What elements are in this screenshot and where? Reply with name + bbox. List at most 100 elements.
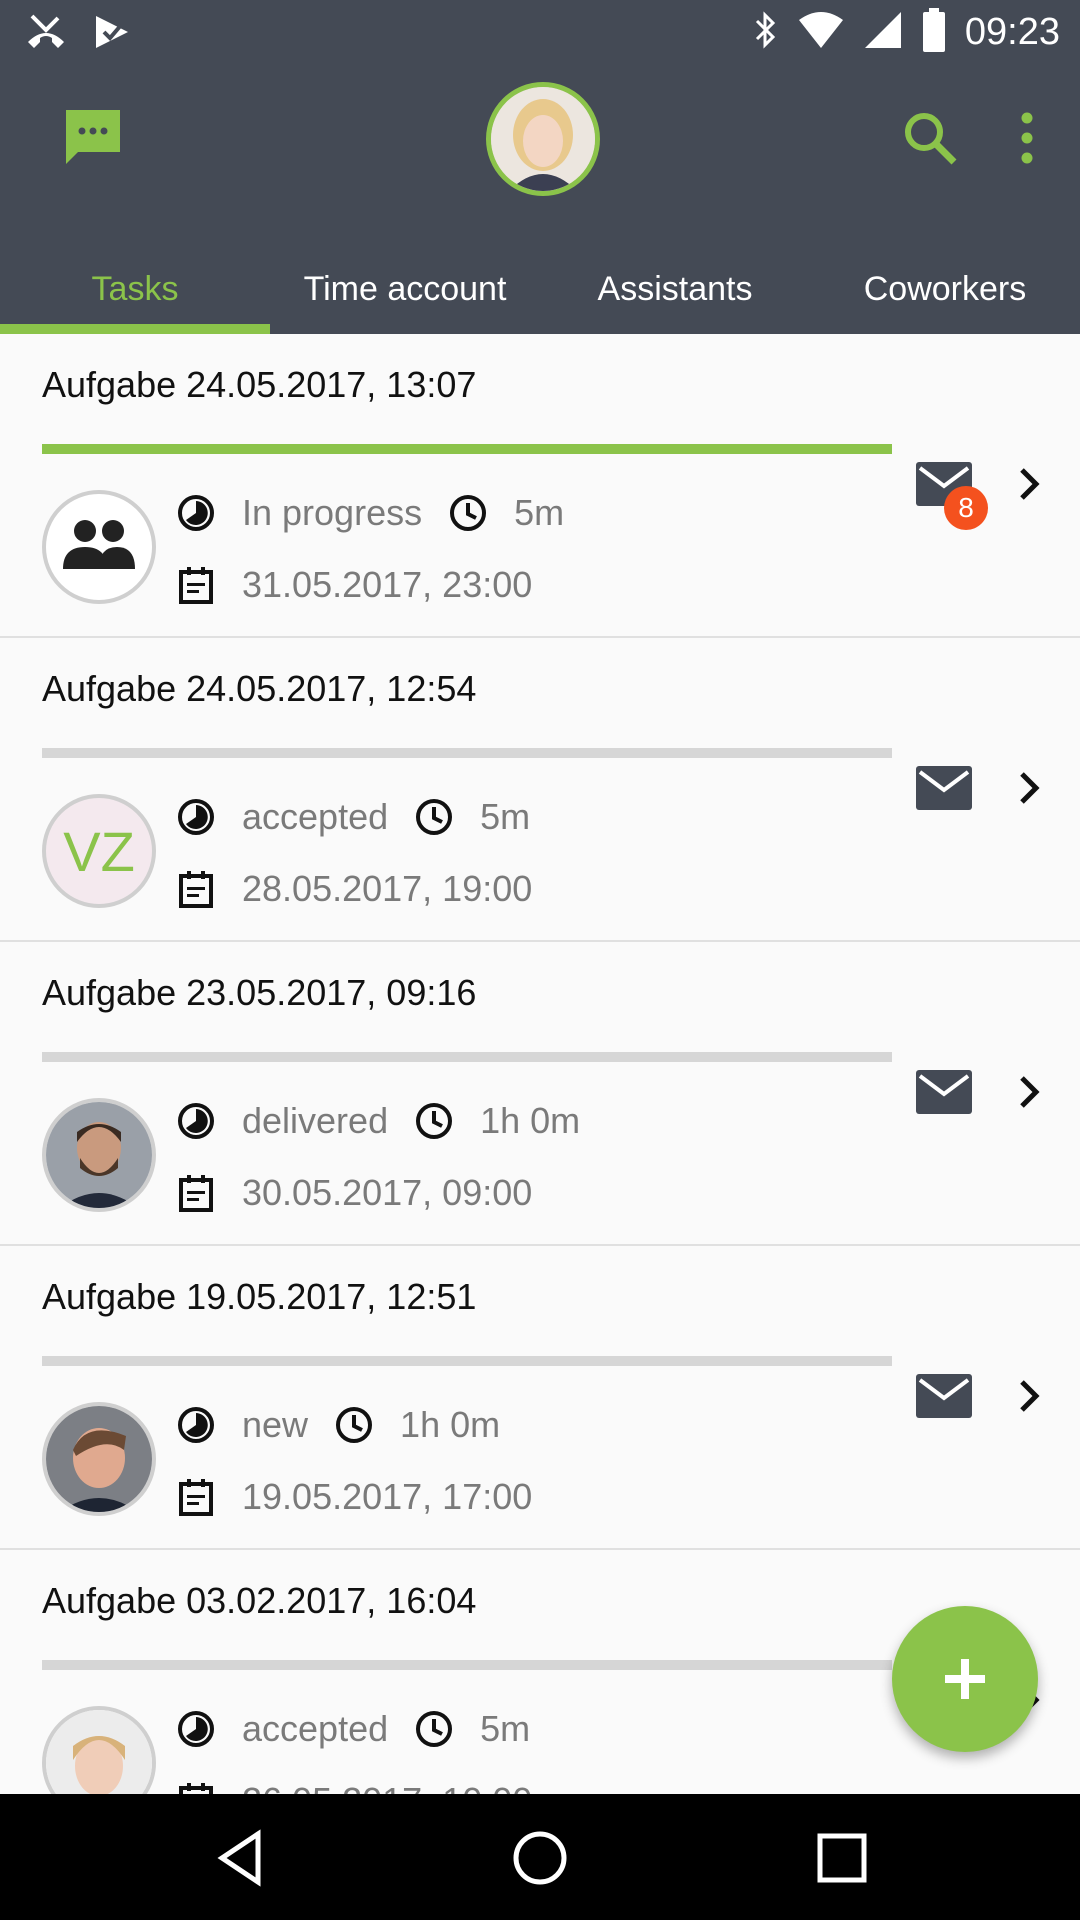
recents-button[interactable] [812, 1828, 872, 1888]
chat-icon [66, 110, 120, 164]
status-bar: 09:23 [0, 0, 1080, 64]
wifi-icon [797, 10, 845, 55]
task-due-date: 30.05.2017, 09:00 [242, 1172, 533, 1213]
calendar-icon [176, 1781, 216, 1794]
calendar-icon [176, 1173, 216, 1213]
calendar-icon [176, 565, 216, 605]
open-task-button[interactable] [1016, 464, 1042, 504]
status-time: 09:23 [964, 11, 1060, 53]
message-button[interactable] [916, 766, 972, 810]
message-button[interactable] [916, 1374, 972, 1418]
tab-tasks[interactable]: Tasks [0, 244, 270, 334]
initials-avatar: VZ [42, 794, 156, 908]
plus-icon [945, 1659, 985, 1699]
clock-icon [414, 1709, 454, 1749]
chevron-right-icon [1020, 772, 1040, 804]
task-duration: 1h 0m [400, 1404, 501, 1445]
open-task-button[interactable] [1016, 1376, 1042, 1416]
back-button[interactable] [210, 1828, 270, 1888]
assignee-avatar [42, 1098, 156, 1212]
task-progress-bar [42, 748, 892, 758]
message-button[interactable] [916, 1070, 972, 1114]
task-item[interactable]: Aufgabe 23.05.2017, 09:16 delivered 1h 0… [0, 942, 1080, 1246]
task-status-row: new 1h 0m [176, 1404, 500, 1446]
more-options-button[interactable] [1012, 108, 1042, 168]
task-status: accepted [242, 796, 389, 837]
task-duration: 5m [480, 1708, 531, 1749]
calendar-icon [176, 1477, 216, 1517]
task-title: Aufgabe 24.05.2017, 12:54 [42, 668, 477, 709]
task-status: new [242, 1404, 309, 1445]
calendar-icon [176, 869, 216, 909]
task-status-row: delivered 1h 0m [176, 1100, 580, 1142]
clock-icon [414, 797, 454, 837]
task-status: delivered [242, 1100, 389, 1141]
home-circle-icon [513, 1831, 567, 1885]
assignee-avatar [42, 1402, 156, 1516]
status-pie-icon [176, 1101, 216, 1141]
tab-bar: Tasks Time account Assistants Coworkers [0, 244, 1080, 334]
clock-icon [334, 1405, 374, 1445]
task-status-row: accepted 5m [176, 1708, 530, 1750]
clock-icon [448, 493, 488, 533]
task-progress-bar [42, 1660, 892, 1670]
task-due-row: 19.05.2017, 17:00 [176, 1476, 532, 1518]
tab-coworkers[interactable]: Coworkers [810, 244, 1080, 334]
task-title: Aufgabe 24.05.2017, 13:07 [42, 364, 477, 405]
task-item[interactable]: Aufgabe 24.05.2017, 13:07 In progress 5m… [0, 334, 1080, 638]
task-status-row: In progress 5m [176, 492, 564, 534]
progress-fill [42, 444, 892, 454]
tab-time-account[interactable]: Time account [270, 244, 540, 334]
assignee-avatar [42, 1706, 156, 1794]
task-list[interactable]: Aufgabe 24.05.2017, 13:07 In progress 5m… [0, 334, 1080, 1794]
navigation-bar [0, 1794, 1080, 1920]
search-icon [905, 113, 957, 165]
cast-icon [92, 12, 132, 57]
task-progress-bar [42, 444, 892, 454]
status-pie-icon [176, 493, 216, 533]
back-triangle-icon [217, 1829, 261, 1887]
task-title: Aufgabe 19.05.2017, 12:51 [42, 1276, 477, 1317]
task-due-row: 30.05.2017, 09:00 [176, 1172, 532, 1214]
unread-badge: 8 [944, 486, 988, 530]
mail-icon [916, 766, 972, 810]
task-due-date: 26.05.2017, 10:00 [242, 1780, 532, 1794]
user-avatar[interactable] [486, 82, 600, 196]
chevron-right-icon [1020, 468, 1040, 500]
battery-icon [921, 8, 947, 57]
more-vert-icon [1021, 112, 1033, 164]
task-due-row: 31.05.2017, 23:00 [176, 564, 532, 606]
search-button[interactable] [900, 108, 960, 168]
clock-icon [414, 1101, 454, 1141]
status-pie-icon [176, 1709, 216, 1749]
status-pie-icon [176, 1405, 216, 1445]
chevron-right-icon [1020, 1076, 1040, 1108]
open-task-button[interactable] [1016, 768, 1042, 808]
task-duration: 5m [514, 492, 565, 533]
chevron-right-icon [1020, 1380, 1040, 1412]
mail-icon [916, 1374, 972, 1418]
task-due-row: 26.05.2017, 10:00 [176, 1780, 532, 1794]
task-due-date: 19.05.2017, 17:00 [242, 1476, 533, 1517]
tab-assistants[interactable]: Assistants [540, 244, 810, 334]
task-status-row: accepted 5m [176, 796, 530, 838]
app-bar: Tasks Time account Assistants Coworkers [0, 64, 1080, 334]
group-icon [63, 520, 135, 569]
add-task-button[interactable] [892, 1606, 1038, 1752]
signal-icon [863, 10, 903, 55]
task-duration: 5m [480, 796, 531, 837]
mail-icon [916, 1070, 972, 1114]
open-task-button[interactable] [1016, 1072, 1042, 1112]
task-item[interactable]: Aufgabe 24.05.2017, 12:54 VZ accepted 5m… [0, 638, 1080, 942]
task-due-date: 28.05.2017, 19:00 [242, 868, 533, 909]
task-due-row: 28.05.2017, 19:00 [176, 868, 532, 910]
task-due-date: 31.05.2017, 23:00 [242, 564, 533, 605]
chat-button[interactable] [62, 106, 126, 170]
task-item[interactable]: Aufgabe 19.05.2017, 12:51 new 1h 0m 19.0… [0, 1246, 1080, 1550]
home-button[interactable] [510, 1828, 570, 1888]
bluetooth-icon [753, 9, 779, 56]
task-status: In progress [242, 492, 423, 533]
task-progress-bar [42, 1052, 892, 1062]
status-pie-icon [176, 797, 216, 837]
task-title: Aufgabe 03.02.2017, 16:04 [42, 1580, 477, 1621]
